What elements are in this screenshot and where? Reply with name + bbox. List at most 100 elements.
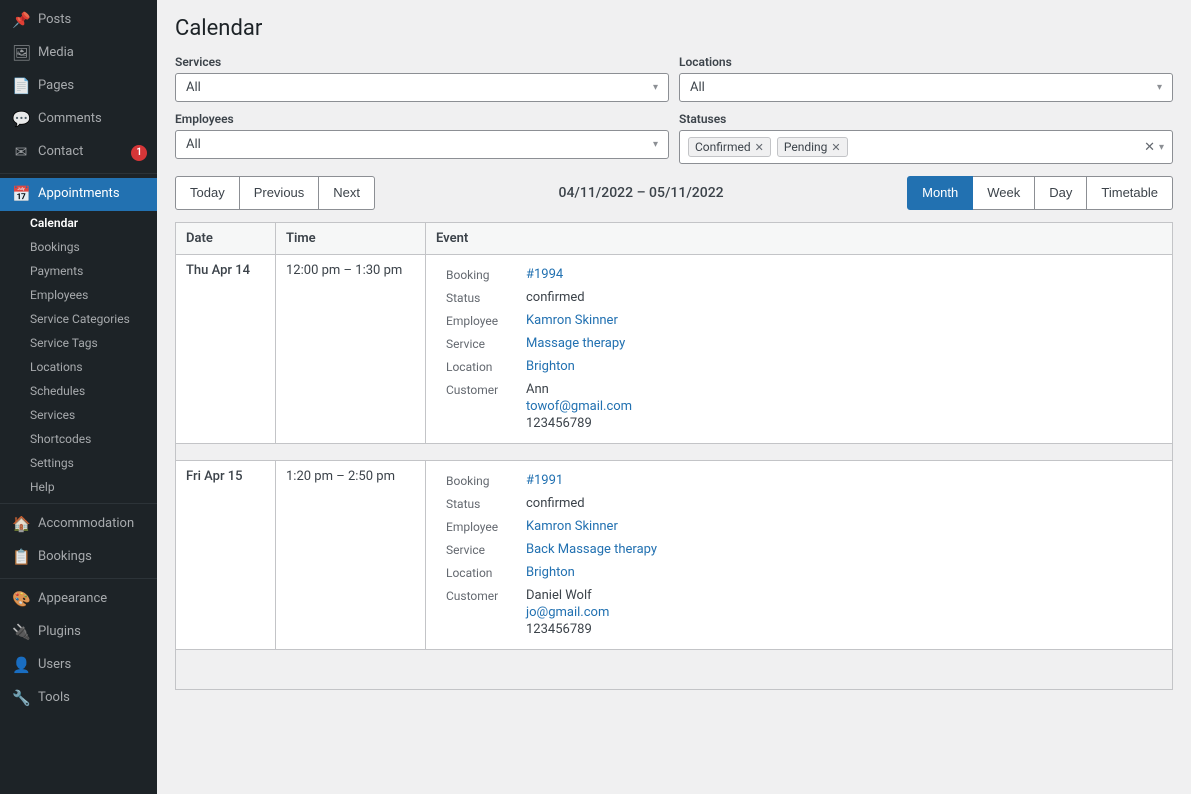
- sidebar-item-pages[interactable]: 📄 Pages: [0, 70, 157, 103]
- sidebar-item-appearance[interactable]: 🎨 Appearance: [0, 583, 157, 616]
- view-month-button[interactable]: Month: [907, 176, 973, 210]
- statuses-filter-label: Statuses: [679, 112, 1173, 126]
- event-label: Service: [446, 542, 526, 557]
- plugins-icon: 🔌: [12, 622, 30, 643]
- sidebar-item-bookings2[interactable]: 📋 Bookings: [0, 541, 157, 574]
- users-icon: 👤: [12, 655, 30, 676]
- locations-select-value: All: [690, 80, 705, 95]
- sidebar-sub-employees[interactable]: Employees: [0, 283, 157, 307]
- comments-icon: 💬: [12, 109, 30, 130]
- statuses-select[interactable]: Confirmed ✕ Pending ✕ ✕ ▾: [679, 130, 1173, 164]
- view-day-button[interactable]: Day: [1035, 176, 1087, 210]
- event-value: Massage therapy: [526, 336, 625, 351]
- cell-date: Thu Apr 14: [176, 254, 276, 443]
- filters-grid: Services All ▾ Locations All ▾ Employees…: [175, 55, 1173, 164]
- nav-btn-group: Today Previous Next: [175, 176, 375, 210]
- accommodation-icon: 🏠: [12, 514, 30, 535]
- status-tag-pending-remove[interactable]: ✕: [831, 141, 840, 154]
- services-chevron-icon: ▾: [653, 82, 658, 93]
- today-button[interactable]: Today: [175, 176, 240, 210]
- sidebar-item-media[interactable]: 🖼 Media: [0, 37, 157, 70]
- status-tag-pending-label: Pending: [784, 140, 828, 154]
- location-link[interactable]: Brighton: [526, 565, 575, 580]
- employees-select[interactable]: All ▾: [175, 130, 669, 159]
- sidebar-sub-calendar[interactable]: Calendar: [0, 211, 157, 235]
- sidebar-sub-locations[interactable]: Locations: [0, 355, 157, 379]
- cell-event: Booking#1991StatusconfirmedEmployeeKamro…: [426, 460, 1173, 649]
- location-link[interactable]: Brighton: [526, 359, 575, 374]
- sidebar-sub-payments[interactable]: Payments: [0, 259, 157, 283]
- appointments-icon: 📅: [12, 184, 30, 205]
- next-button[interactable]: Next: [319, 176, 375, 210]
- sidebar-sub-help[interactable]: Help: [0, 475, 157, 499]
- event-value: Ann towof@gmail.com 123456789: [526, 382, 632, 431]
- employees-filter-group: Employees All ▾: [175, 112, 669, 164]
- view-timetable-button[interactable]: Timetable: [1087, 176, 1173, 210]
- cell-date: Fri Apr 15: [176, 460, 276, 649]
- statuses-clear-all[interactable]: ✕: [1144, 140, 1155, 155]
- sidebar: 📌 Posts 🖼 Media 📄 Pages 💬 Comments ✉ Con…: [0, 0, 157, 794]
- col-header-time: Time: [276, 222, 426, 254]
- sidebar-sub-bookings[interactable]: Bookings: [0, 235, 157, 259]
- sidebar-sub-settings[interactable]: Settings: [0, 451, 157, 475]
- status-tag-confirmed-remove[interactable]: ✕: [755, 141, 764, 154]
- sidebar-item-users[interactable]: 👤 Users: [0, 649, 157, 682]
- employee-link[interactable]: Kamron Skinner: [526, 519, 618, 534]
- booking-link[interactable]: #1991: [526, 473, 563, 488]
- services-select[interactable]: All ▾: [175, 73, 669, 102]
- bookings2-icon: 📋: [12, 547, 30, 568]
- sidebar-sub-service-categories[interactable]: Service Categories: [0, 307, 157, 331]
- sidebar-item-tools[interactable]: 🔧 Tools: [0, 682, 157, 715]
- locations-select[interactable]: All ▾: [679, 73, 1173, 102]
- sidebar-item-appointments[interactable]: 📅 Appointments: [0, 178, 157, 211]
- calendar-table: Date Time Event Thu Apr 1412:00 pm – 1:3…: [175, 222, 1173, 690]
- event-value: Back Massage therapy: [526, 542, 657, 557]
- status-tag-pending: Pending ✕: [777, 137, 848, 157]
- customer-stack: Ann towof@gmail.com 123456789: [526, 382, 632, 431]
- locations-chevron-icon: ▾: [1157, 82, 1162, 93]
- view-btn-group: Month Week Day Timetable: [907, 176, 1173, 210]
- sidebar-sub-shortcodes[interactable]: Shortcodes: [0, 427, 157, 451]
- event-label: Status: [446, 496, 526, 511]
- customer-phone: 123456789: [526, 622, 609, 637]
- services-select-value: All: [186, 80, 201, 95]
- pages-icon: 📄: [12, 76, 30, 97]
- sidebar-item-plugins[interactable]: 🔌 Plugins: [0, 616, 157, 649]
- event-value: confirmed: [526, 290, 585, 305]
- service-link[interactable]: Back Massage therapy: [526, 542, 657, 557]
- event-label: Status: [446, 290, 526, 305]
- customer-email-link[interactable]: towof@gmail.com: [526, 399, 632, 414]
- event-label: Customer: [446, 588, 526, 637]
- event-value: Brighton: [526, 565, 575, 580]
- sidebar-sub-schedules[interactable]: Schedules: [0, 379, 157, 403]
- sidebar-sub-service-tags[interactable]: Service Tags: [0, 331, 157, 355]
- previous-button[interactable]: Previous: [240, 176, 320, 210]
- sidebar-sub-services[interactable]: Services: [0, 403, 157, 427]
- employee-link[interactable]: Kamron Skinner: [526, 313, 618, 328]
- view-week-button[interactable]: Week: [973, 176, 1035, 210]
- event-value: Brighton: [526, 359, 575, 374]
- event-value: Kamron Skinner: [526, 313, 618, 328]
- tools-icon: 🔧: [12, 688, 30, 709]
- sidebar-item-posts[interactable]: 📌 Posts: [0, 4, 157, 37]
- statuses-chevron-icon: ▾: [1159, 142, 1164, 153]
- event-label: Customer: [446, 382, 526, 431]
- sidebar-item-comments[interactable]: 💬 Comments: [0, 103, 157, 136]
- booking-link[interactable]: #1994: [526, 267, 563, 282]
- cell-event: Booking#1994StatusconfirmedEmployeeKamro…: [426, 254, 1173, 443]
- calendar-nav: Today Previous Next 04/11/2022 – 05/11/2…: [175, 176, 1173, 210]
- customer-email-link[interactable]: jo@gmail.com: [526, 605, 609, 620]
- sidebar-item-accommodation[interactable]: 🏠 Accommodation: [0, 508, 157, 541]
- contact-icon: ✉: [12, 142, 30, 163]
- service-link[interactable]: Massage therapy: [526, 336, 625, 351]
- statuses-right-controls: ✕ ▾: [1144, 140, 1164, 155]
- services-filter-label: Services: [175, 55, 669, 69]
- event-label: Booking: [446, 267, 526, 282]
- table-row: Thu Apr 1412:00 pm – 1:30 pmBooking#1994…: [176, 254, 1173, 443]
- sidebar-item-contact[interactable]: ✉ Contact 1: [0, 136, 157, 169]
- customer-stack: Daniel Wolf jo@gmail.com 123456789: [526, 588, 609, 637]
- event-label: Location: [446, 359, 526, 374]
- appearance-icon: 🎨: [12, 589, 30, 610]
- employees-filter-label: Employees: [175, 112, 669, 126]
- date-range: 04/11/2022 – 05/11/2022: [375, 185, 907, 201]
